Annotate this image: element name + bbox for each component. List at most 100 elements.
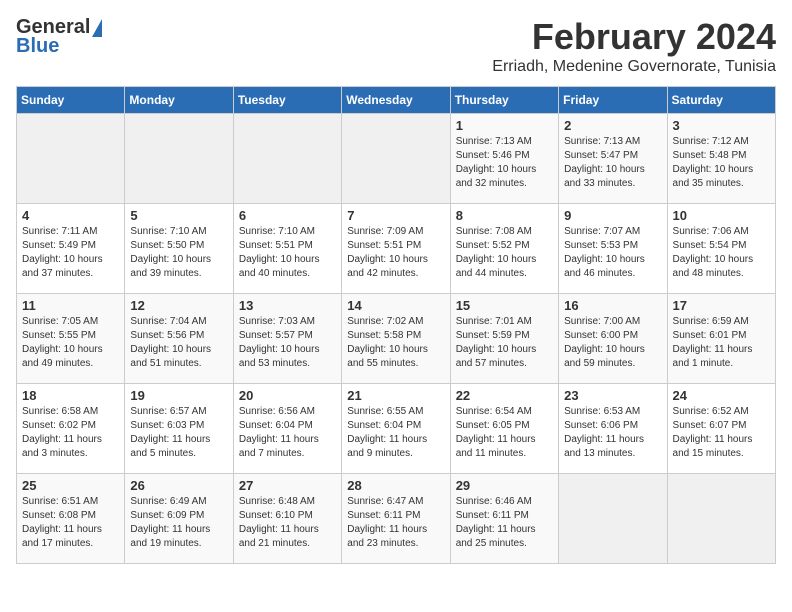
day-info: Sunrise: 7:06 AM Sunset: 5:54 PM Dayligh…	[673, 225, 770, 281]
calendar-cell: 2Sunrise: 7:13 AM Sunset: 5:47 PM Daylig…	[559, 114, 667, 204]
day-info: Sunrise: 7:13 AM Sunset: 5:46 PM Dayligh…	[456, 135, 553, 191]
month-title: February 2024	[492, 16, 776, 58]
day-number: 11	[22, 298, 119, 313]
day-info: Sunrise: 7:10 AM Sunset: 5:51 PM Dayligh…	[239, 225, 336, 281]
logo-blue-text: Blue	[16, 35, 59, 58]
header-friday: Friday	[559, 87, 667, 114]
day-info: Sunrise: 6:57 AM Sunset: 6:03 PM Dayligh…	[130, 405, 227, 461]
day-info: Sunrise: 6:58 AM Sunset: 6:02 PM Dayligh…	[22, 405, 119, 461]
day-number: 14	[347, 298, 444, 313]
header-monday: Monday	[125, 87, 233, 114]
calendar-cell	[667, 474, 775, 564]
day-info: Sunrise: 7:02 AM Sunset: 5:58 PM Dayligh…	[347, 315, 444, 371]
day-info: Sunrise: 6:55 AM Sunset: 6:04 PM Dayligh…	[347, 405, 444, 461]
calendar-cell: 1 Sunrise: 7:13 AM Sunset: 5:46 PM Daylig…	[450, 114, 558, 204]
day-number: 17	[673, 298, 770, 313]
day-number: 1	[456, 118, 553, 133]
week-row-5: 25 Sunrise: 6:51 AM Sunset: 6:08 PM Dayli…	[17, 474, 776, 564]
day-info: Sunrise: 6:52 AM Sunset: 6:07 PM Dayligh…	[673, 405, 770, 461]
day-info: Sunrise: 6:49 AM Sunset: 6:09 PM Dayligh…	[130, 495, 227, 551]
week-row-4: 18 Sunrise: 6:58 AM Sunset: 6:02 PM Dayli…	[17, 384, 776, 474]
calendar-cell: 29Sunrise: 6:46 AM Sunset: 6:11 PM Dayli…	[450, 474, 558, 564]
day-number: 16	[564, 298, 661, 313]
day-info: Sunrise: 7:05 AM Sunset: 5:55 PM Dayligh…	[22, 315, 119, 371]
calendar-cell: 7 Sunrise: 7:09 AM Sunset: 5:51 PM Daylig…	[342, 204, 450, 294]
day-number: 7	[347, 208, 444, 223]
day-info: Sunrise: 7:04 AM Sunset: 5:56 PM Dayligh…	[130, 315, 227, 371]
day-info: Sunrise: 7:10 AM Sunset: 5:50 PM Dayligh…	[130, 225, 227, 281]
page-header: General Blue February 2024 Erriadh, Mede…	[16, 16, 776, 76]
calendar-cell: 25 Sunrise: 6:51 AM Sunset: 6:08 PM Dayli…	[17, 474, 125, 564]
header-thursday: Thursday	[450, 87, 558, 114]
day-number: 18	[22, 388, 119, 403]
week-row-2: 4Sunrise: 7:11 AM Sunset: 5:49 PM Daylig…	[17, 204, 776, 294]
logo-triangle-icon	[92, 19, 102, 37]
location: Erriadh, Medenine Governorate, Tunisia	[492, 58, 776, 76]
day-info: Sunrise: 7:01 AM Sunset: 5:59 PM Dayligh…	[456, 315, 553, 371]
calendar-cell: 26 Sunrise: 6:49 AM Sunset: 6:09 PM Dayli…	[125, 474, 233, 564]
day-info: Sunrise: 6:53 AM Sunset: 6:06 PM Dayligh…	[564, 405, 661, 461]
calendar-cell: 14 Sunrise: 7:02 AM Sunset: 5:58 PM Dayli…	[342, 294, 450, 384]
day-info: Sunrise: 7:12 AM Sunset: 5:48 PM Dayligh…	[673, 135, 770, 191]
calendar-cell: 5 Sunrise: 7:10 AM Sunset: 5:50 PM Daylig…	[125, 204, 233, 294]
calendar-cell	[125, 114, 233, 204]
header-sunday: Sunday	[17, 87, 125, 114]
day-info: Sunrise: 6:59 AM Sunset: 6:01 PM Dayligh…	[673, 315, 770, 371]
day-number: 13	[239, 298, 336, 313]
day-info: Sunrise: 6:51 AM Sunset: 6:08 PM Dayligh…	[22, 495, 119, 551]
calendar-cell: 24 Sunrise: 6:52 AM Sunset: 6:07 PM Dayli…	[667, 384, 775, 474]
day-info: Sunrise: 7:08 AM Sunset: 5:52 PM Dayligh…	[456, 225, 553, 281]
calendar-cell: 4Sunrise: 7:11 AM Sunset: 5:49 PM Daylig…	[17, 204, 125, 294]
day-info: Sunrise: 7:13 AM Sunset: 5:47 PM Dayligh…	[564, 135, 661, 191]
day-number: 19	[130, 388, 227, 403]
day-number: 5	[130, 208, 227, 223]
day-number: 23	[564, 388, 661, 403]
calendar-cell: 23 Sunrise: 6:53 AM Sunset: 6:06 PM Dayli…	[559, 384, 667, 474]
calendar-cell: 27 Sunrise: 6:48 AM Sunset: 6:10 PM Dayli…	[233, 474, 341, 564]
calendar-cell: 15 Sunrise: 7:01 AM Sunset: 5:59 PM Dayli…	[450, 294, 558, 384]
logo: General Blue	[16, 16, 102, 58]
day-info: Sunrise: 6:56 AM Sunset: 6:04 PM Dayligh…	[239, 405, 336, 461]
day-info: Sunrise: 7:03 AM Sunset: 5:57 PM Dayligh…	[239, 315, 336, 371]
calendar-cell: 19 Sunrise: 6:57 AM Sunset: 6:03 PM Dayli…	[125, 384, 233, 474]
title-area: February 2024 Erriadh, Medenine Governor…	[492, 16, 776, 76]
day-number: 12	[130, 298, 227, 313]
day-number: 8	[456, 208, 553, 223]
day-info: Sunrise: 6:47 AM Sunset: 6:11 PM Dayligh…	[347, 495, 444, 551]
day-info: Sunrise: 7:09 AM Sunset: 5:51 PM Dayligh…	[347, 225, 444, 281]
calendar-cell: 12 Sunrise: 7:04 AM Sunset: 5:56 PM Dayli…	[125, 294, 233, 384]
header-saturday: Saturday	[667, 87, 775, 114]
day-info: Sunrise: 6:48 AM Sunset: 6:10 PM Dayligh…	[239, 495, 336, 551]
header-tuesday: Tuesday	[233, 87, 341, 114]
day-number: 28	[347, 478, 444, 493]
calendar-cell: 18 Sunrise: 6:58 AM Sunset: 6:02 PM Dayli…	[17, 384, 125, 474]
day-info: Sunrise: 6:46 AM Sunset: 6:11 PM Dayligh…	[456, 495, 553, 551]
calendar-cell	[233, 114, 341, 204]
calendar-cell: 16Sunrise: 7:00 AM Sunset: 6:00 PM Dayli…	[559, 294, 667, 384]
day-number: 9	[564, 208, 661, 223]
calendar-cell	[342, 114, 450, 204]
calendar-cell	[17, 114, 125, 204]
calendar-cell: 13 Sunrise: 7:03 AM Sunset: 5:57 PM Dayli…	[233, 294, 341, 384]
day-number: 3	[673, 118, 770, 133]
day-number: 25	[22, 478, 119, 493]
day-number: 22	[456, 388, 553, 403]
calendar-cell: 28 Sunrise: 6:47 AM Sunset: 6:11 PM Dayli…	[342, 474, 450, 564]
day-number: 4	[22, 208, 119, 223]
day-number: 26	[130, 478, 227, 493]
day-number: 21	[347, 388, 444, 403]
day-number: 6	[239, 208, 336, 223]
calendar-cell: 11 Sunrise: 7:05 AM Sunset: 5:55 PM Dayli…	[17, 294, 125, 384]
calendar-cell: 21 Sunrise: 6:55 AM Sunset: 6:04 PM Dayli…	[342, 384, 450, 474]
calendar-cell: 22Sunrise: 6:54 AM Sunset: 6:05 PM Dayli…	[450, 384, 558, 474]
calendar-cell: 17 Sunrise: 6:59 AM Sunset: 6:01 PM Dayli…	[667, 294, 775, 384]
day-number: 27	[239, 478, 336, 493]
calendar-header-row: SundayMondayTuesdayWednesdayThursdayFrid…	[17, 87, 776, 114]
calendar-cell: 9Sunrise: 7:07 AM Sunset: 5:53 PM Daylig…	[559, 204, 667, 294]
header-wednesday: Wednesday	[342, 87, 450, 114]
calendar-cell: 8 Sunrise: 7:08 AM Sunset: 5:52 PM Daylig…	[450, 204, 558, 294]
day-number: 24	[673, 388, 770, 403]
week-row-3: 11 Sunrise: 7:05 AM Sunset: 5:55 PM Dayli…	[17, 294, 776, 384]
day-number: 15	[456, 298, 553, 313]
calendar-cell: 3 Sunrise: 7:12 AM Sunset: 5:48 PM Daylig…	[667, 114, 775, 204]
